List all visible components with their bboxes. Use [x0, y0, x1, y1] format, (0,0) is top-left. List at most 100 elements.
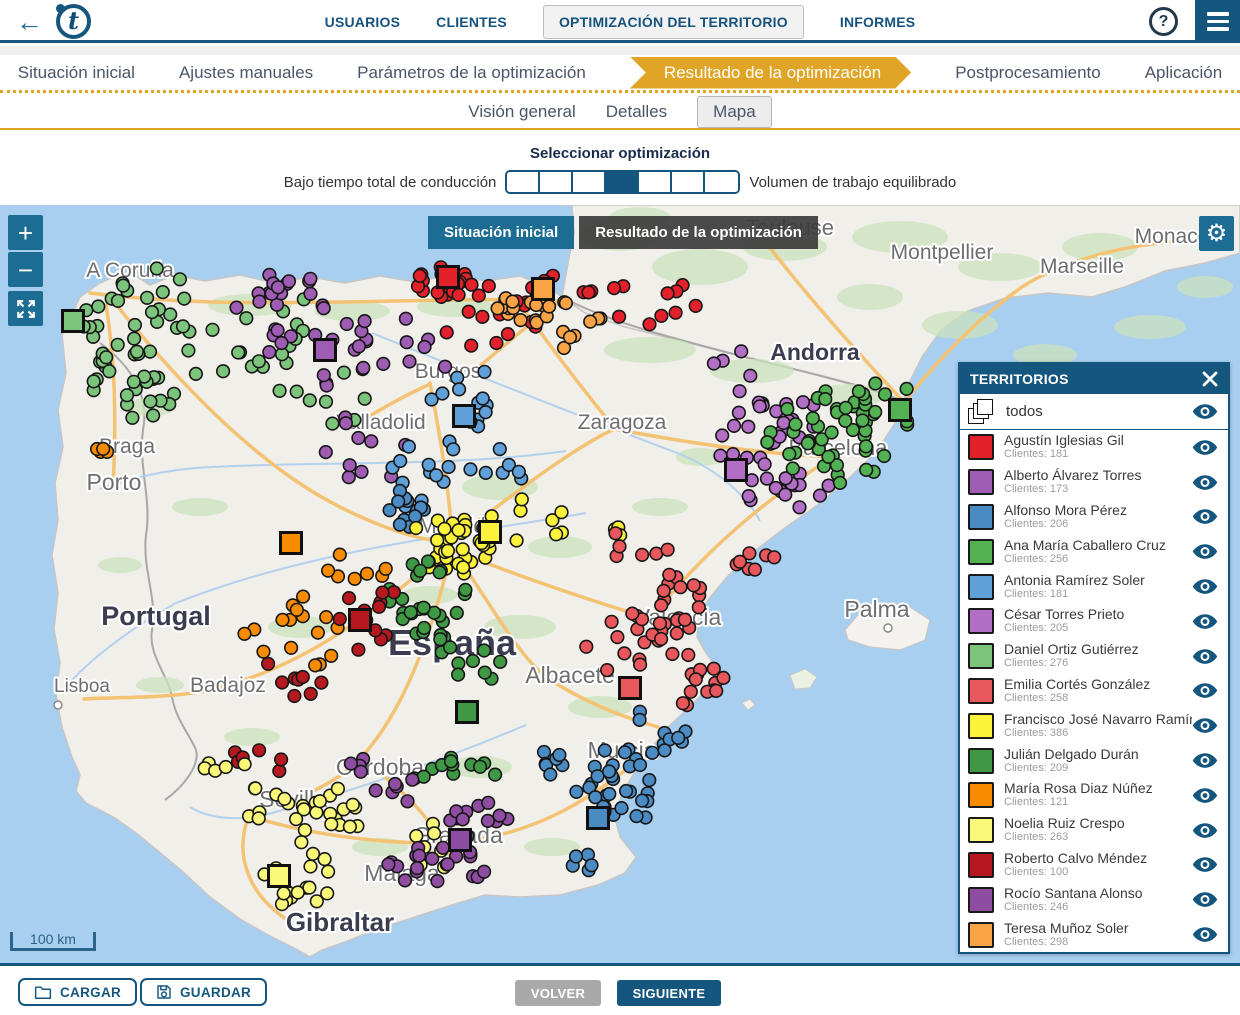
eye-icon[interactable] [1192, 787, 1218, 804]
optimizer-left-label: Bajo tiempo total de conducción [284, 174, 497, 191]
logo-dot-icon [56, 4, 65, 13]
territory-row[interactable]: Daniel Ortiz GutiérrezClientes: 276 [960, 639, 1228, 674]
subtab-0[interactable]: Visión general [468, 102, 575, 122]
slider-segment-6[interactable] [705, 172, 738, 192]
map-settings-gear-icon[interactable]: ⚙ [1199, 216, 1234, 251]
eye-icon[interactable] [1192, 648, 1218, 665]
eye-icon[interactable] [1192, 856, 1218, 873]
wizard-step-1[interactable]: Ajustes manuales [179, 63, 313, 83]
territory-row[interactable]: Alfonso Mora PérezClientes: 206 [960, 500, 1228, 535]
eye-icon[interactable] [1192, 403, 1218, 420]
help-icon[interactable]: ? [1149, 7, 1178, 36]
close-icon[interactable] [1202, 371, 1218, 387]
eye-icon[interactable] [1192, 926, 1218, 943]
slider-segment-1[interactable] [540, 172, 573, 192]
nav-item-0[interactable]: USUARIOS [325, 14, 401, 30]
territory-name: César Torres Prieto [1004, 607, 1192, 622]
guardar-label: GUARDAR [180, 985, 251, 1000]
eye-icon[interactable] [1192, 682, 1218, 699]
footer-bar: CARGAR GUARDAR VOLVER SIGUIENTE [0, 963, 1240, 1015]
territory-clientes-count: Clientes: 100 [1004, 866, 1192, 879]
nav-item-1[interactable]: CLIENTES [436, 14, 507, 30]
territory-name: Francisco José Navarro Ramírez [1004, 712, 1192, 727]
wizard-step-0[interactable]: Situación inicial [18, 63, 135, 83]
svg-text:Montpellier: Montpellier [891, 241, 994, 264]
siguiente-button[interactable]: SIGUIENTE [617, 980, 721, 1006]
territory-color-swatch [968, 922, 994, 948]
territory-row[interactable]: Roberto Calvo MéndezClientes: 100 [960, 848, 1228, 883]
territory-row[interactable]: Julián Delgado DuránClientes: 209 [960, 743, 1228, 778]
territory-clientes-count: Clientes: 386 [1004, 727, 1192, 740]
nav-item-3[interactable]: INFORMES [840, 14, 916, 30]
wizard-steps: Situación inicial Ajustes manuales Parámet… [0, 55, 1240, 93]
wizard-step-4[interactable]: Postprocesamiento [955, 63, 1101, 83]
subtab-2[interactable]: Mapa [697, 96, 772, 128]
territory-color-swatch [968, 574, 994, 600]
territory-name: Emilia Cortés González [1004, 677, 1192, 692]
slider-segment-4[interactable] [639, 172, 672, 192]
territory-row[interactable]: María Rosa Diaz NúñezClientes: 121 [960, 778, 1228, 813]
zoom-in-button[interactable]: + [8, 215, 43, 250]
resultado-optimizacion-button[interactable]: Resultado de la optimización [579, 216, 818, 249]
territory-row[interactable]: Rocío Santana AlonsoClientes: 246 [960, 882, 1228, 917]
eye-icon[interactable] [1192, 822, 1218, 839]
territory-clientes-count: Clientes: 209 [1004, 762, 1192, 775]
territory-name: Ana María Caballero Cruz [1004, 538, 1192, 553]
territories-panel: TERRITORIOS todos Agustín Iglesias GilCl… [958, 362, 1230, 954]
territory-color-swatch [968, 782, 994, 808]
eye-icon[interactable] [1192, 891, 1218, 908]
back-icon[interactable]: ← [16, 4, 43, 40]
territory-row[interactable]: Agustín Iglesias GilClientes: 181 [960, 430, 1228, 465]
wizard-step-5[interactable]: Aplicación [1145, 63, 1223, 83]
wizard-step-3[interactable]: Resultado de la optimización [630, 57, 911, 89]
situacion-inicial-button[interactable]: Situación inicial [428, 216, 574, 249]
territory-name: Noelia Ruiz Crespo [1004, 816, 1192, 831]
eye-icon[interactable] [1192, 578, 1218, 595]
hamburger-menu-icon[interactable] [1195, 0, 1240, 43]
territory-row[interactable]: Noelia Ruiz CrespoClientes: 263 [960, 813, 1228, 848]
guardar-button[interactable]: GUARDAR [140, 978, 267, 1006]
nav-item-2[interactable]: OPTIMIZACIÓN DEL TERRITORIO [543, 5, 804, 39]
territory-row[interactable]: Alberto Álvarez TorresClientes: 173 [960, 465, 1228, 500]
territory-color-swatch [968, 678, 994, 704]
volver-button[interactable]: VOLVER [515, 980, 601, 1006]
territory-row[interactable]: Francisco José Navarro RamírezClientes: … [960, 708, 1228, 743]
eye-icon[interactable] [1192, 752, 1218, 769]
territory-row[interactable]: César Torres PrietoClientes: 205 [960, 604, 1228, 639]
territory-color-swatch [968, 469, 994, 495]
cargar-button[interactable]: CARGAR [18, 978, 137, 1006]
fullscreen-button[interactable] [8, 291, 43, 326]
territory-row[interactable]: Ana María Caballero CruzClientes: 256 [960, 534, 1228, 569]
eye-icon[interactable] [1192, 543, 1218, 560]
header-divider [0, 46, 1240, 55]
territory-name: Alberto Álvarez Torres [1004, 468, 1192, 483]
eye-icon[interactable] [1192, 474, 1218, 491]
eye-icon[interactable] [1192, 439, 1218, 456]
svg-text:Gibraltar: Gibraltar [286, 907, 394, 937]
territory-clientes-count: Clientes: 173 [1004, 483, 1192, 496]
territory-row[interactable]: Teresa Muñoz SolerClientes: 298 [960, 917, 1228, 952]
optimizer-right-label: Volumen de trabajo equilibrado [749, 174, 956, 191]
territory-all-row[interactable]: todos [960, 394, 1228, 430]
optimization-selector: Seleccionar optimización Bajo tiempo tot… [0, 132, 1240, 205]
eye-icon[interactable] [1192, 613, 1218, 630]
slider-segment-5[interactable] [672, 172, 705, 192]
slider-segment-3[interactable] [606, 172, 639, 192]
top-header: ← t USUARIOSCLIENTESOPTIMIZACIÓN DEL TER… [0, 0, 1240, 43]
territory-row[interactable]: Antonia Ramírez SolerClientes: 181 [960, 569, 1228, 604]
territory-name: Rocío Santana Alonso [1004, 886, 1192, 901]
slider-segment-0[interactable] [507, 172, 540, 192]
zoom-out-button[interactable]: − [8, 252, 43, 287]
map-canvas[interactable]: ToulouseMontpellierMarseilleMonacoAndorr… [0, 205, 1240, 963]
wizard-step-2[interactable]: Parámetros de la optimización [357, 63, 586, 83]
eye-icon[interactable] [1192, 508, 1218, 525]
optimizer-title: Seleccionar optimización [0, 145, 1240, 162]
eye-icon[interactable] [1192, 717, 1218, 734]
slider-segment-2[interactable] [573, 172, 606, 192]
territory-clientes-count: Clientes: 206 [1004, 518, 1192, 531]
optimization-slider[interactable] [505, 170, 740, 194]
territory-clientes-count: Clientes: 121 [1004, 796, 1192, 809]
subtab-1[interactable]: Detalles [606, 102, 667, 122]
territory-clientes-count: Clientes: 298 [1004, 936, 1192, 949]
territory-row[interactable]: Emilia Cortés GonzálezClientes: 258 [960, 674, 1228, 709]
